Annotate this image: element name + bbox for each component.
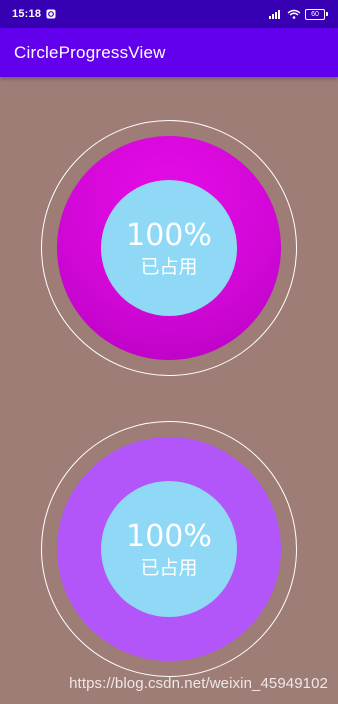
battery-icon: 60 [305,8,328,20]
battery-level: 60 [305,8,325,20]
status-time: 15:18 [12,8,42,20]
signal-icon [269,9,283,19]
status-bar: 15:18 60 [0,0,338,28]
app-bar: CircleProgressView [0,28,338,77]
app-title: CircleProgressView [14,42,166,62]
percent-text: 100% [126,218,212,253]
status-left: 15:18 [12,8,56,20]
circle-progress-view-1: 100% 已占用 [41,120,297,376]
percent-text: 100% [126,519,212,554]
caption-text: 已占用 [140,557,198,579]
status-right: 60 [269,8,328,20]
caption-text: 已占用 [140,256,198,278]
battery-cap [326,12,328,16]
watermark-text: https://blog.csdn.net/weixin_45949102 [69,675,328,692]
wifi-icon [287,9,301,19]
notification-icon [46,9,56,19]
inner-disc: 100% 已占用 [101,180,237,316]
circle-progress-view-2: 100% 已占用 [41,421,297,677]
inner-disc: 100% 已占用 [101,481,237,617]
